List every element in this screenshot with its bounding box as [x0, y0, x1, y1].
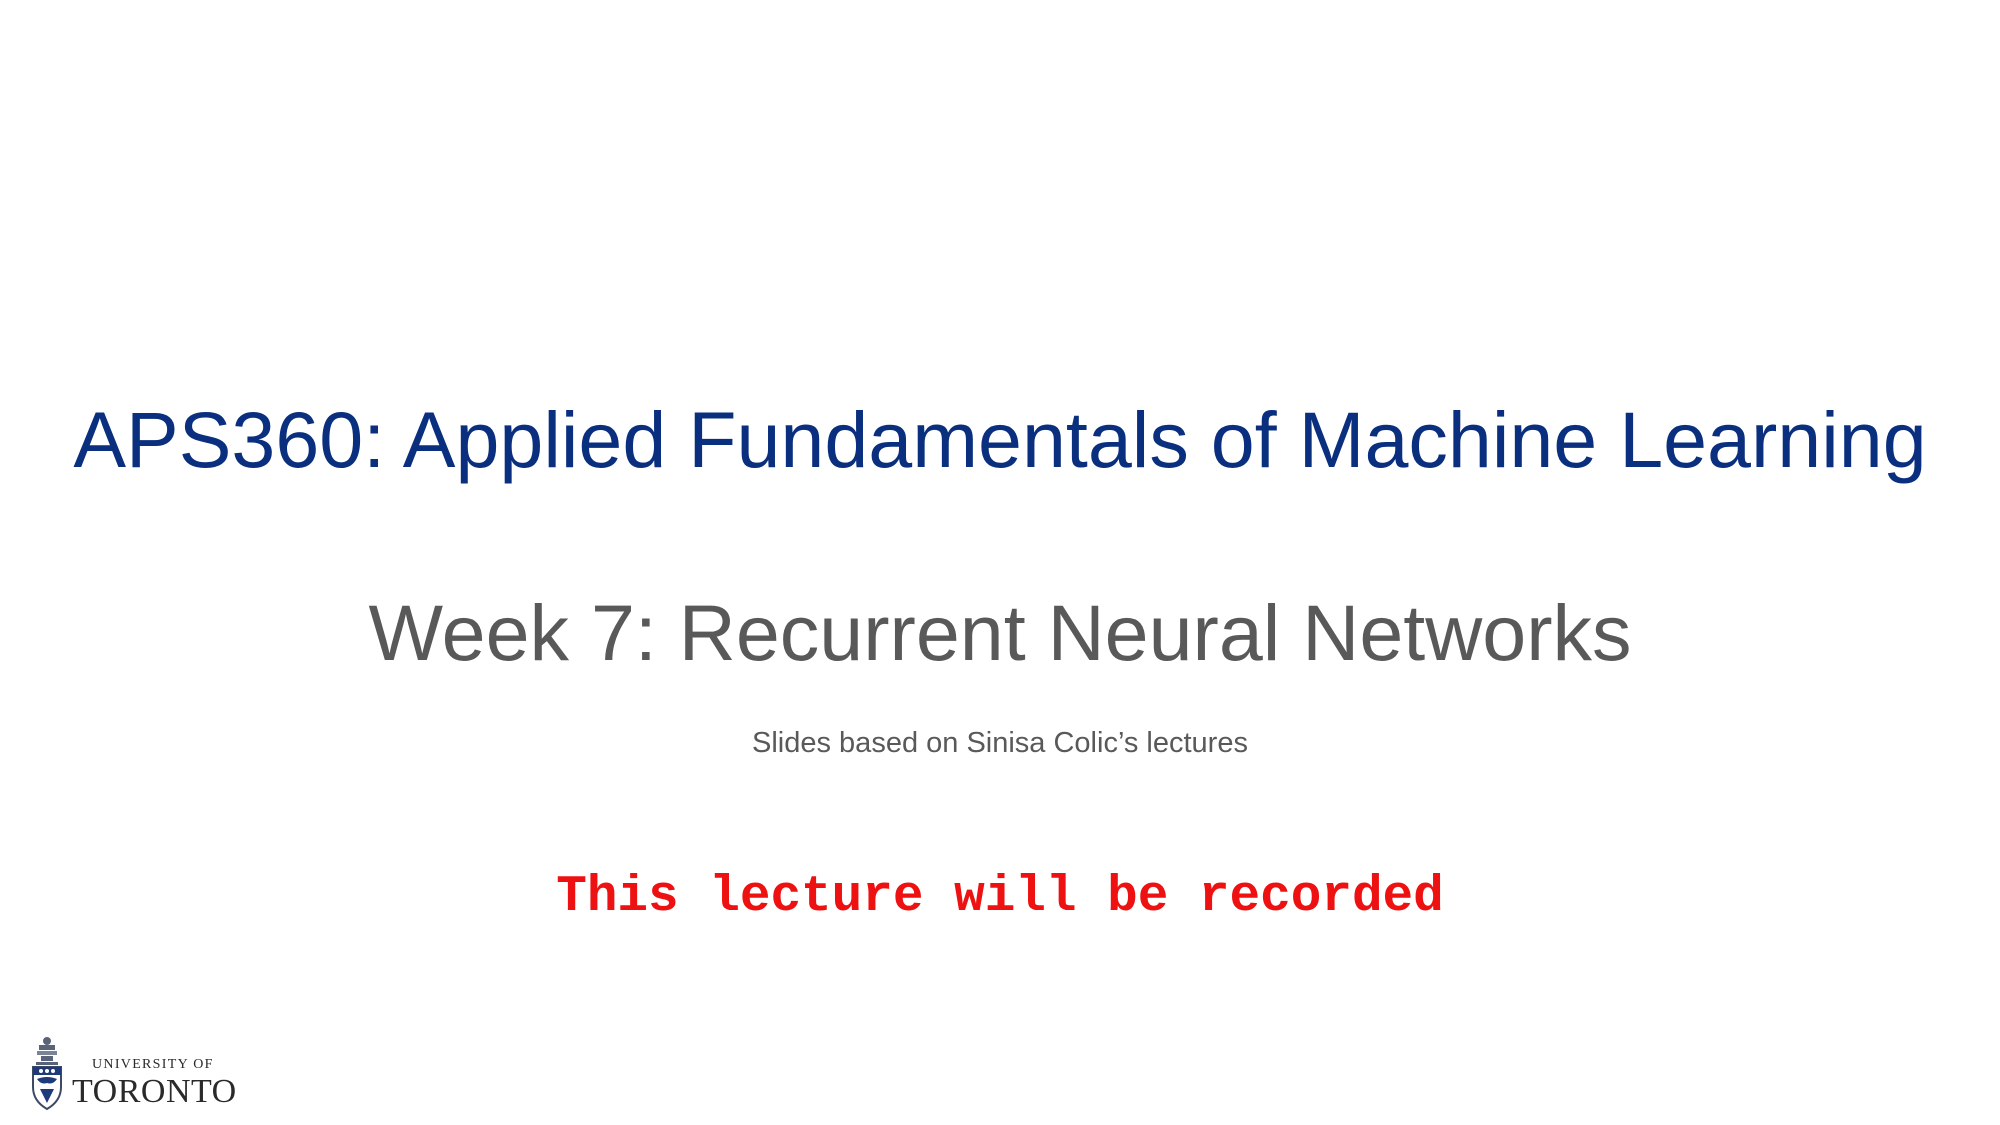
credits-text: Slides based on Sinisa Colic’s lectures — [752, 727, 1248, 759]
logo-text-university-of: UNIVERSITY OF — [92, 1057, 214, 1072]
week-title: Week 7: Recurrent Neural Networks — [368, 588, 1632, 677]
logo-text-toronto: TORONTO — [72, 1073, 237, 1110]
university-crest-icon — [32, 1037, 62, 1111]
course-title: APS360: Applied Fundamentals of Machine … — [73, 395, 1927, 484]
recording-notice: This lecture will be recorded — [556, 869, 1444, 926]
university-logo: UNIVERSITY OF TORONTO — [30, 1035, 250, 1115]
slide: APS360: Applied Fundamentals of Machine … — [0, 0, 2000, 1125]
